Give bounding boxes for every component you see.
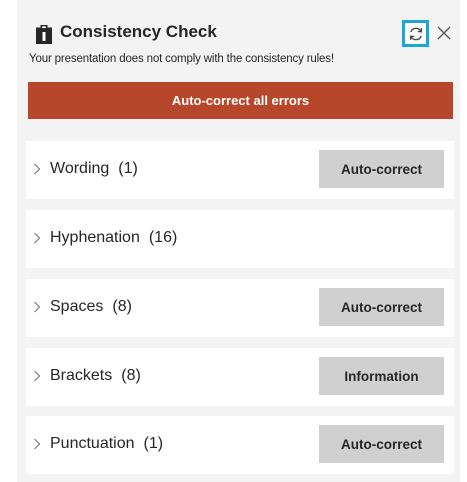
autocorrect-all-button[interactable]: Auto-correct all errors xyxy=(28,82,453,119)
chevron-right-icon xyxy=(34,163,41,175)
rule-count: (16) xyxy=(148,229,178,246)
rule-name: Punctuation xyxy=(50,435,135,452)
autocorrect-button[interactable]: Auto-correct xyxy=(319,288,444,326)
chevron-right-icon xyxy=(34,438,41,450)
close-icon xyxy=(437,26,451,40)
rule-name: Spaces xyxy=(50,298,104,315)
rule-label: Brackets (8) xyxy=(50,367,141,385)
rule-count: (1) xyxy=(118,160,138,177)
rule-name: Wording xyxy=(50,160,110,177)
rule-hyphenation[interactable]: Hyphenation (16) xyxy=(26,210,454,268)
rule-label: Punctuation (1) xyxy=(50,435,163,453)
autocorrect-button[interactable]: Auto-correct xyxy=(319,150,444,188)
rule-count: (8) xyxy=(121,367,141,384)
clipboard-icon xyxy=(36,25,52,44)
rule-label: Hyphenation (16) xyxy=(50,229,177,247)
consistency-panel: Consistency Check Your presentation does… xyxy=(17,0,460,482)
rule-label: Wording (1) xyxy=(50,160,138,178)
chevron-right-icon xyxy=(34,301,41,313)
rule-count: (1) xyxy=(143,435,164,452)
refresh-icon xyxy=(409,27,422,40)
task-pane: Consistency Check Your presentation does… xyxy=(0,0,467,482)
panel-title: Consistency Check xyxy=(60,22,217,41)
chevron-right-icon xyxy=(34,232,41,244)
rule-count: (8) xyxy=(112,298,132,315)
chevron-right-icon xyxy=(34,370,41,382)
rule-brackets[interactable]: Brackets (8) Information xyxy=(26,348,454,406)
rule-name: Brackets xyxy=(50,367,113,384)
rule-label: Spaces (8) xyxy=(50,298,132,316)
close-button[interactable] xyxy=(433,22,455,44)
rule-spaces[interactable]: Spaces (8) Auto-correct xyxy=(26,279,454,337)
rule-punctuation[interactable]: Punctuation (1) Auto-correct xyxy=(26,416,454,474)
panel-header: Consistency Check xyxy=(17,0,460,60)
autocorrect-button[interactable]: Auto-correct xyxy=(319,425,444,463)
refresh-button[interactable] xyxy=(402,20,429,47)
rule-wording[interactable]: Wording (1) Auto-correct xyxy=(26,141,454,199)
panel-subtitle: Your presentation does not comply with t… xyxy=(29,53,334,65)
rule-name: Hyphenation xyxy=(50,229,140,246)
information-button[interactable]: Information xyxy=(319,357,444,395)
